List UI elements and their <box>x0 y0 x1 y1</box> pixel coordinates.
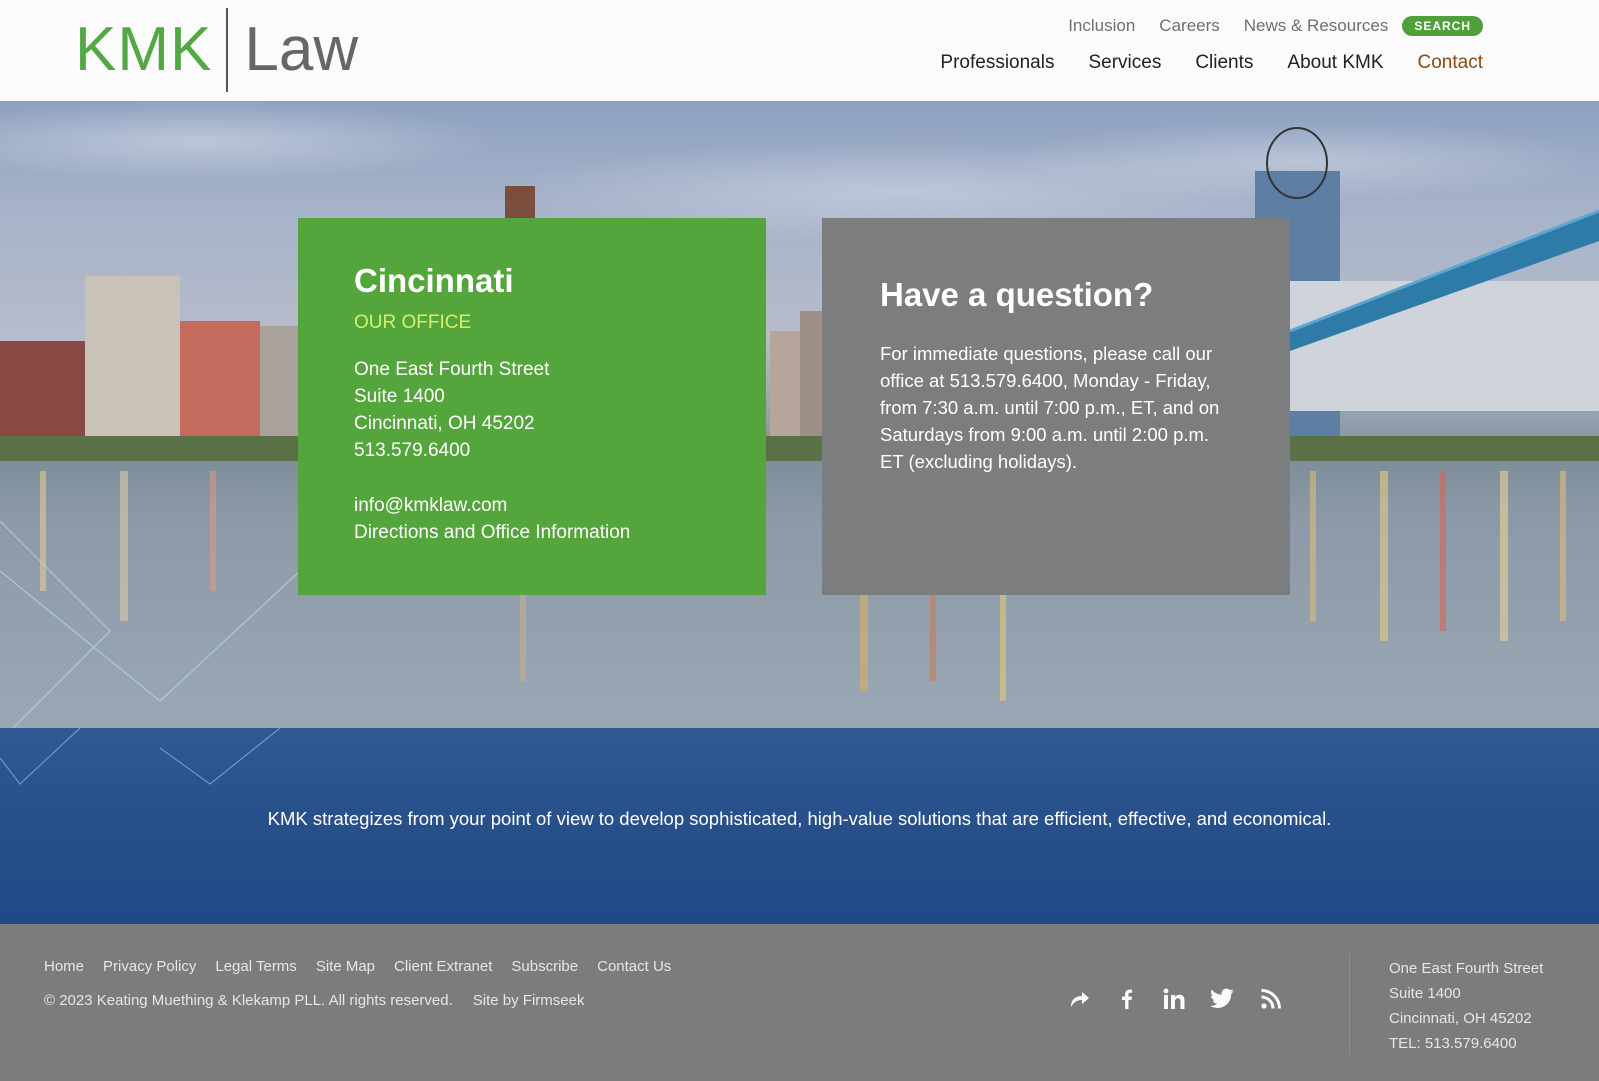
office-card: Cincinnati OUR OFFICE One East Fourth St… <box>298 218 766 595</box>
kmk-law-logo[interactable]: KMK Law <box>75 8 358 92</box>
footer-address: One East Fourth Street Suite 1400 Cincin… <box>1389 956 1543 1056</box>
tagline-band: KMK strategizes from your point of view … <box>0 728 1599 924</box>
office-address-line: Cincinnati, OH 45202 <box>354 413 535 434</box>
search-button[interactable]: SEARCH <box>1402 16 1483 36</box>
nav-about-kmk[interactable]: About KMK <box>1287 52 1383 74</box>
footer-link-home[interactable]: Home <box>44 958 84 975</box>
logo-law-text: Law <box>244 15 359 84</box>
utility-nav: Inclusion Careers News & Resources SEARC… <box>1068 16 1483 36</box>
footer-link-site-map[interactable]: Site Map <box>316 958 375 975</box>
office-email-link[interactable]: info@kmklaw.com <box>354 492 710 519</box>
logo-divider <box>226 8 229 92</box>
city-skyline-illustration <box>0 127 1599 728</box>
rss-icon[interactable] <box>1258 986 1284 1012</box>
site-header: KMK Law Inclusion Careers News & Resourc… <box>0 0 1599 101</box>
footer-address-line: Suite 1400 <box>1389 985 1461 1002</box>
linkedin-icon[interactable] <box>1162 986 1188 1012</box>
office-address-line: Suite 1400 <box>354 386 445 407</box>
office-directions-link[interactable]: Directions and Office Information <box>354 519 710 546</box>
footer-link-subscribe[interactable]: Subscribe <box>511 958 578 975</box>
util-nav-inclusion[interactable]: Inclusion <box>1068 16 1135 36</box>
nav-services[interactable]: Services <box>1088 52 1161 74</box>
twitter-icon[interactable] <box>1210 986 1236 1012</box>
footer-phone: TEL: 513.579.6400 <box>1389 1035 1517 1052</box>
footer-links: Home Privacy Policy Legal Terms Site Map… <box>44 958 671 975</box>
main-nav: Professionals Services Clients About KMK… <box>940 52 1483 74</box>
nav-professionals[interactable]: Professionals <box>940 52 1054 74</box>
office-phone[interactable]: 513.579.6400 <box>354 437 710 464</box>
office-address-line: One East Fourth Street <box>354 359 550 380</box>
util-nav-news-resources[interactable]: News & Resources <box>1244 16 1389 36</box>
site-footer: Home Privacy Policy Legal Terms Site Map… <box>0 924 1599 1081</box>
office-city-title: Cincinnati <box>354 262 514 299</box>
footer-link-contact-us[interactable]: Contact Us <box>597 958 671 975</box>
tagline-text: KMK strategizes from your point of view … <box>267 808 1332 829</box>
footer-address-line: Cincinnati, OH 45202 <box>1389 1010 1532 1027</box>
nav-clients[interactable]: Clients <box>1195 52 1253 74</box>
office-address: One East Fourth Street Suite 1400 Cincin… <box>354 356 710 464</box>
footer-divider <box>1349 954 1350 1054</box>
footer-link-client-extranet[interactable]: Client Extranet <box>394 958 492 975</box>
util-nav-careers[interactable]: Careers <box>1159 16 1219 36</box>
share-icon[interactable] <box>1066 986 1092 1012</box>
footer-link-legal-terms[interactable]: Legal Terms <box>215 958 296 975</box>
footer-link-privacy-policy[interactable]: Privacy Policy <box>103 958 196 975</box>
nav-contact[interactable]: Contact <box>1418 52 1483 74</box>
site-by-link[interactable]: Site by Firmseek <box>473 992 585 1009</box>
question-card: Have a question? For immediate questions… <box>822 218 1290 595</box>
logo-kmk-text: KMK <box>75 15 213 84</box>
question-body: For immediate questions, please call our… <box>880 343 1220 472</box>
facebook-icon[interactable] <box>1114 986 1140 1012</box>
social-icons <box>1066 986 1284 1012</box>
copyright-text: © 2023 Keating Muething & Klekamp PLL. A… <box>44 992 453 1009</box>
office-label: OUR OFFICE <box>354 312 472 333</box>
footer-address-line: One East Fourth Street <box>1389 960 1544 977</box>
office-links: info@kmklaw.com Directions and Office In… <box>354 492 710 546</box>
copyright-row: © 2023 Keating Muething & Klekamp PLL. A… <box>44 992 584 1009</box>
hero-city-image: Cincinnati OUR OFFICE One East Fourth St… <box>0 101 1599 728</box>
question-title: Have a question? <box>880 276 1154 313</box>
